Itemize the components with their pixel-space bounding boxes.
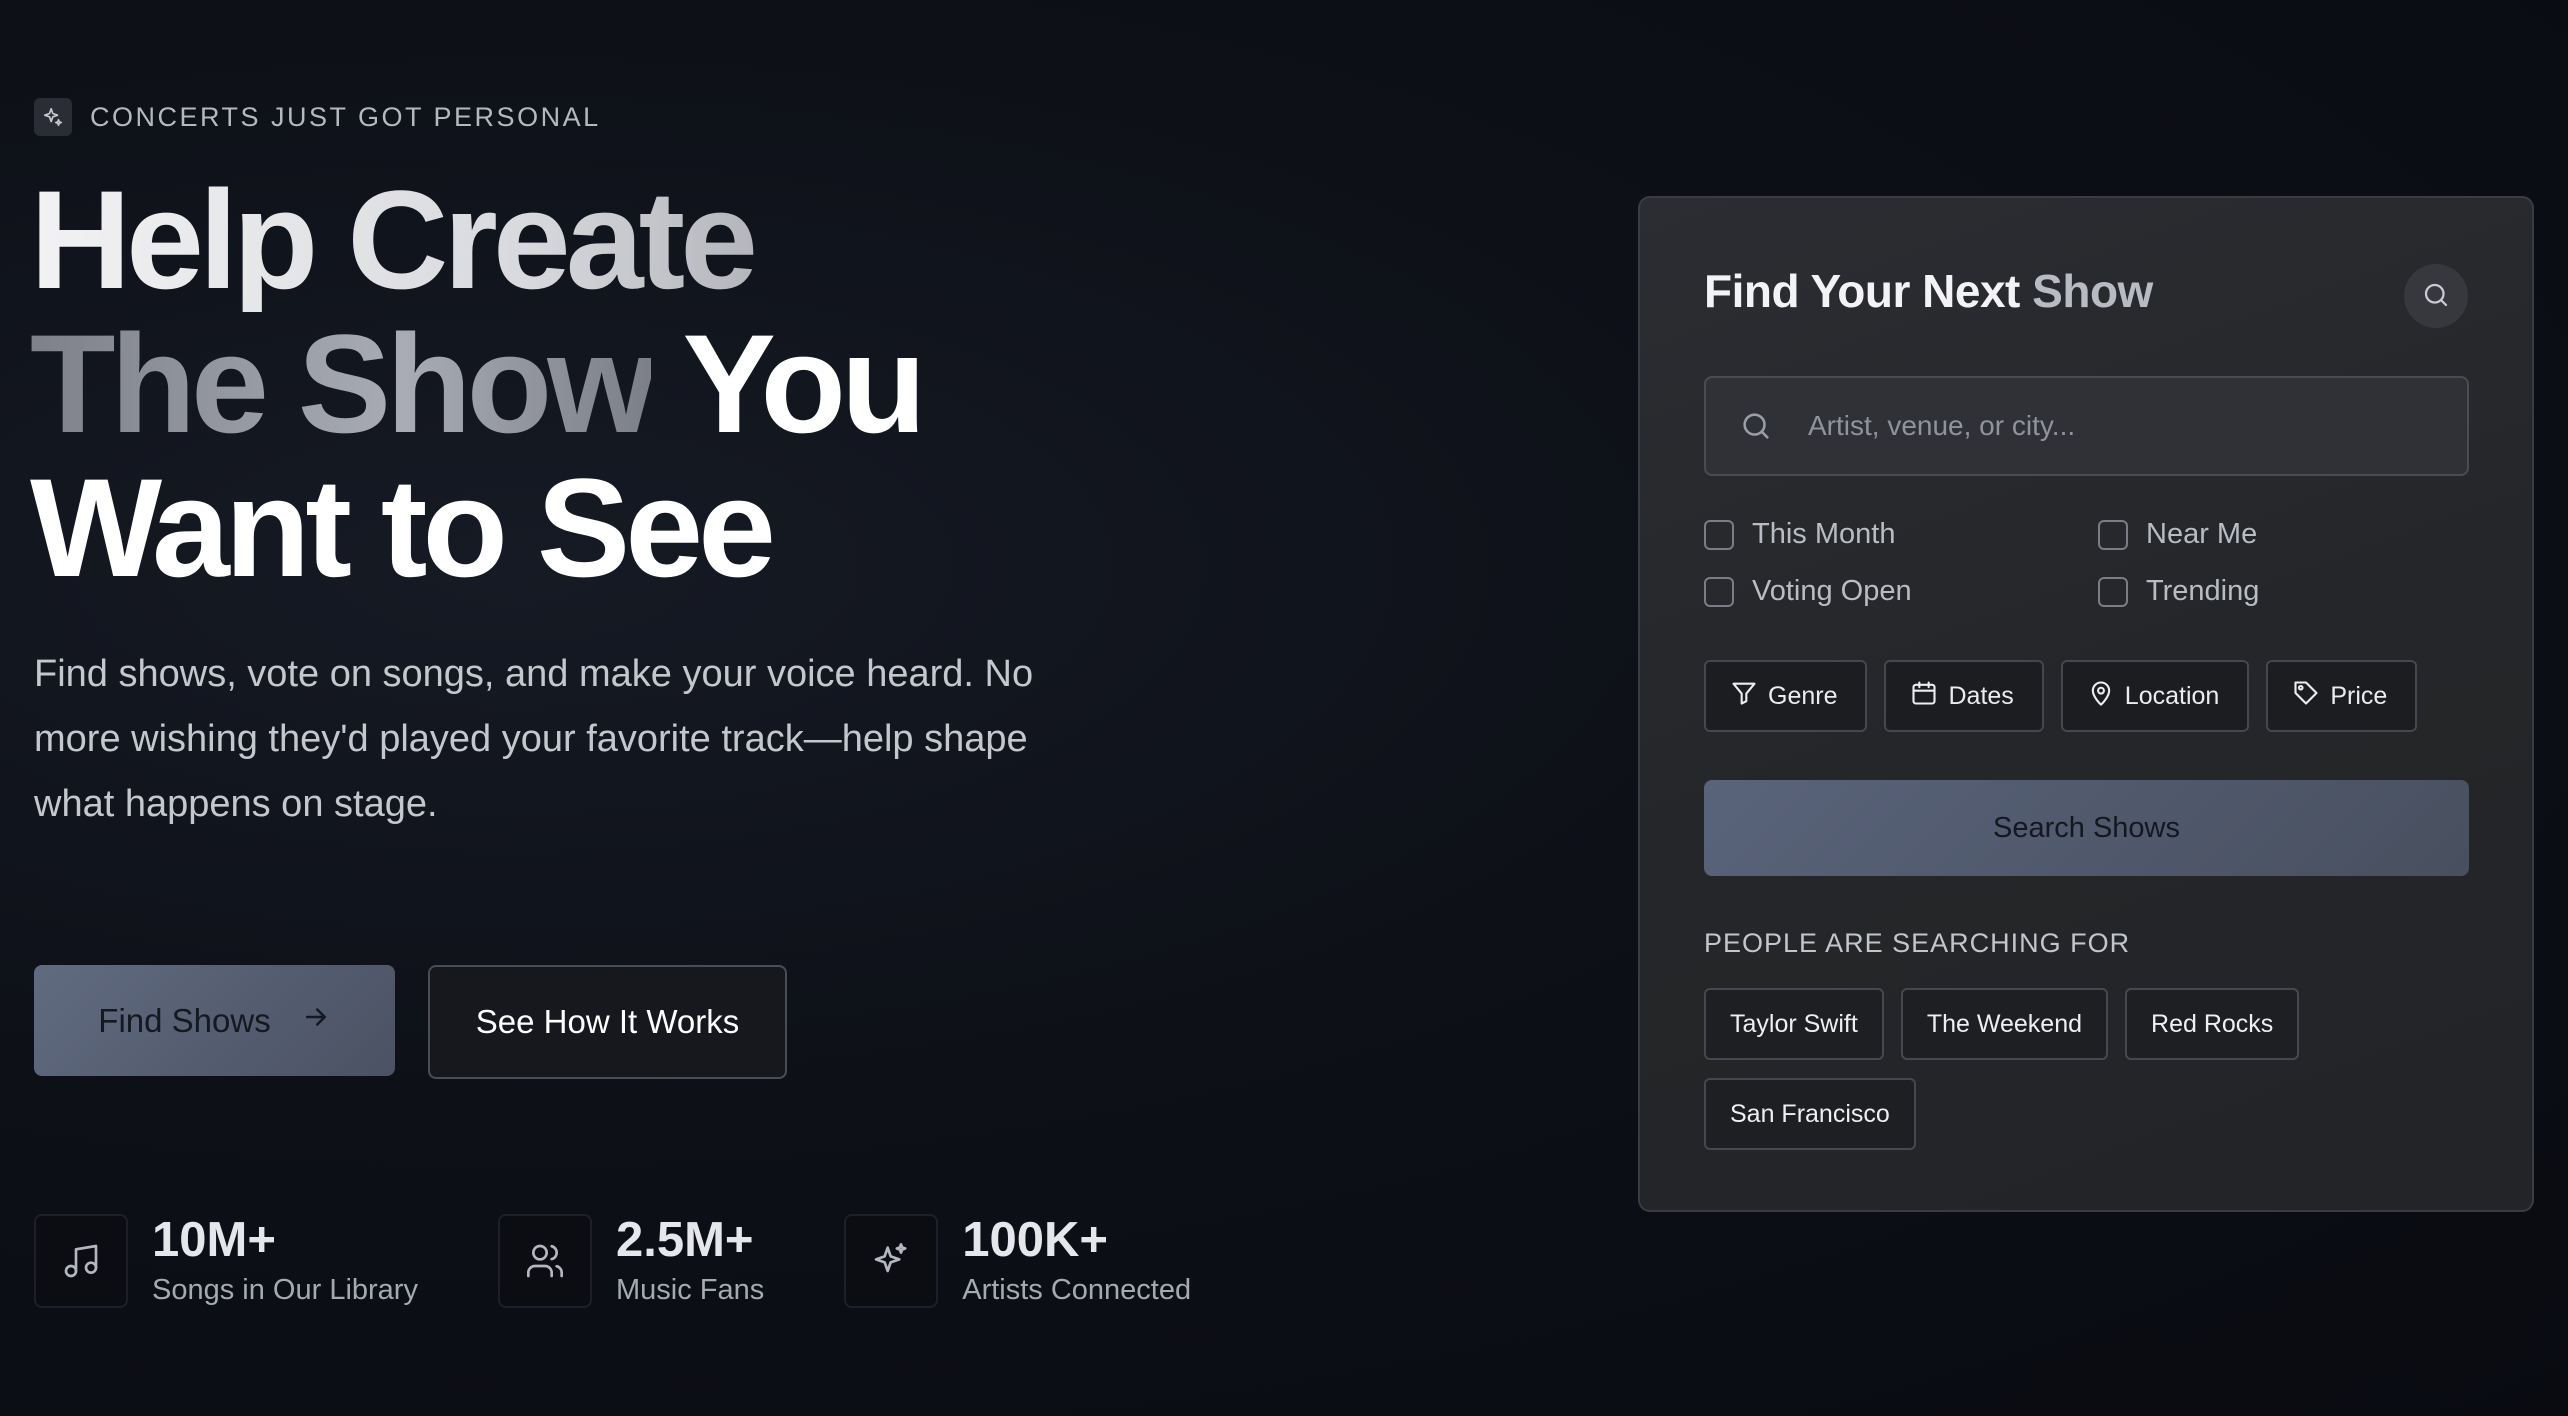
- checkbox-voting-open[interactable]: Voting Open: [1704, 575, 2098, 608]
- checkbox-label: Trending: [2146, 575, 2260, 607]
- headline-line-3: Want to See: [30, 449, 776, 606]
- filter-buttons: Genre Dates Location Price: [1704, 660, 2418, 732]
- headline-bright-text: You: [682, 305, 926, 462]
- checkbox-near-me[interactable]: Near Me: [2098, 518, 2398, 551]
- arrow-right-icon: [301, 1002, 331, 1040]
- quick-filters: This Month Near Me Voting Open Trending: [1704, 518, 2404, 608]
- headline-line-1: Help Create: [30, 168, 922, 312]
- search-chip[interactable]: San Francisco: [1704, 1078, 1916, 1150]
- eyebrow: CONCERTS JUST GOT PERSONAL: [34, 98, 601, 136]
- location-filter-button[interactable]: Location: [2060, 660, 2250, 732]
- search-field[interactable]: [1704, 376, 2469, 476]
- stat-label: Songs in Our Library: [152, 1274, 418, 1306]
- users-icon: [497, 1214, 592, 1308]
- map-pin-icon: [2087, 679, 2115, 714]
- filter-label: Location: [2124, 681, 2220, 710]
- search-chip[interactable]: Red Rocks: [2125, 988, 2300, 1060]
- checkbox-label: Voting Open: [1752, 575, 1912, 607]
- genre-filter-button[interactable]: Genre: [1704, 660, 1868, 732]
- find-show-card: Find Your Next Show This Month Near Me V…: [1638, 196, 2534, 1212]
- checkbox-label: Near Me: [2146, 518, 2258, 550]
- card-search-button[interactable]: [2404, 264, 2468, 328]
- stat-label: Artists Connected: [962, 1274, 1192, 1306]
- see-how-it-works-button[interactable]: See How It Works: [428, 965, 787, 1079]
- stat-value: 10M+: [152, 1213, 276, 1267]
- sparkles-icon: [844, 1214, 939, 1308]
- stats-row: 10M+ Songs in Our Library 2.5M+ Music Fa…: [34, 1212, 1191, 1310]
- checkbox[interactable]: [2098, 576, 2128, 607]
- stat-label: Music Fans: [615, 1274, 765, 1306]
- checkbox-trending[interactable]: Trending: [2098, 575, 2398, 608]
- headline-line-2: The Show You: [30, 312, 927, 456]
- stat-value: 100K+: [962, 1213, 1108, 1267]
- calendar-icon: [1910, 679, 1938, 714]
- search-input[interactable]: [1806, 409, 2467, 443]
- price-filter-button[interactable]: Price: [2266, 660, 2418, 732]
- checkbox[interactable]: [2098, 519, 2128, 550]
- card-title: Find Your Next Show: [1704, 264, 2153, 318]
- eyebrow-text: CONCERTS JUST GOT PERSONAL: [90, 101, 601, 132]
- search-icon: [2421, 280, 2451, 313]
- filter-label: Genre: [1768, 681, 1838, 710]
- search-chip[interactable]: The Weekend: [1900, 988, 2109, 1060]
- search-shows-button[interactable]: Search Shows: [1704, 780, 2469, 876]
- filter-label: Dates: [1948, 681, 2014, 710]
- find-shows-button[interactable]: Find Shows: [34, 965, 395, 1076]
- dates-filter-button[interactable]: Dates: [1884, 660, 2044, 732]
- card-title-main: Find Your Next: [1704, 265, 2020, 317]
- music-note-icon: [34, 1214, 128, 1308]
- checkbox[interactable]: [1704, 576, 1734, 607]
- popular-searches: Taylor Swift The Weekend Red Rocks San F…: [1704, 988, 2424, 1150]
- stat-songs: 10M+ Songs in Our Library: [34, 1212, 418, 1310]
- tag-icon: [2292, 679, 2320, 714]
- sparkles-icon: [34, 98, 72, 136]
- hero-subtitle: Find shows, vote on songs, and make your…: [34, 653, 1034, 825]
- card-title-accent: Show: [2032, 265, 2153, 317]
- hero-headline: Help Create The Show You Want to See: [30, 168, 927, 606]
- stat-fans: 2.5M+ Music Fans: [497, 1212, 765, 1310]
- filter-icon: [1730, 679, 1758, 714]
- checkbox-this-month[interactable]: This Month: [1704, 518, 2098, 551]
- search-icon: [1706, 409, 1806, 443]
- filter-label: Price: [2330, 681, 2388, 710]
- headline-dim-text: The Show: [30, 305, 656, 462]
- search-chip[interactable]: Taylor Swift: [1704, 988, 1884, 1060]
- stat-value: 2.5M+: [615, 1213, 754, 1267]
- checkbox-label: This Month: [1752, 518, 1896, 550]
- stat-artists: 100K+ Artists Connected: [844, 1212, 1191, 1310]
- popular-searches-heading: PEOPLE ARE SEARCHING FOR: [1704, 928, 2131, 958]
- find-shows-label: Find Shows: [98, 1001, 271, 1039]
- checkbox[interactable]: [1704, 519, 1734, 550]
